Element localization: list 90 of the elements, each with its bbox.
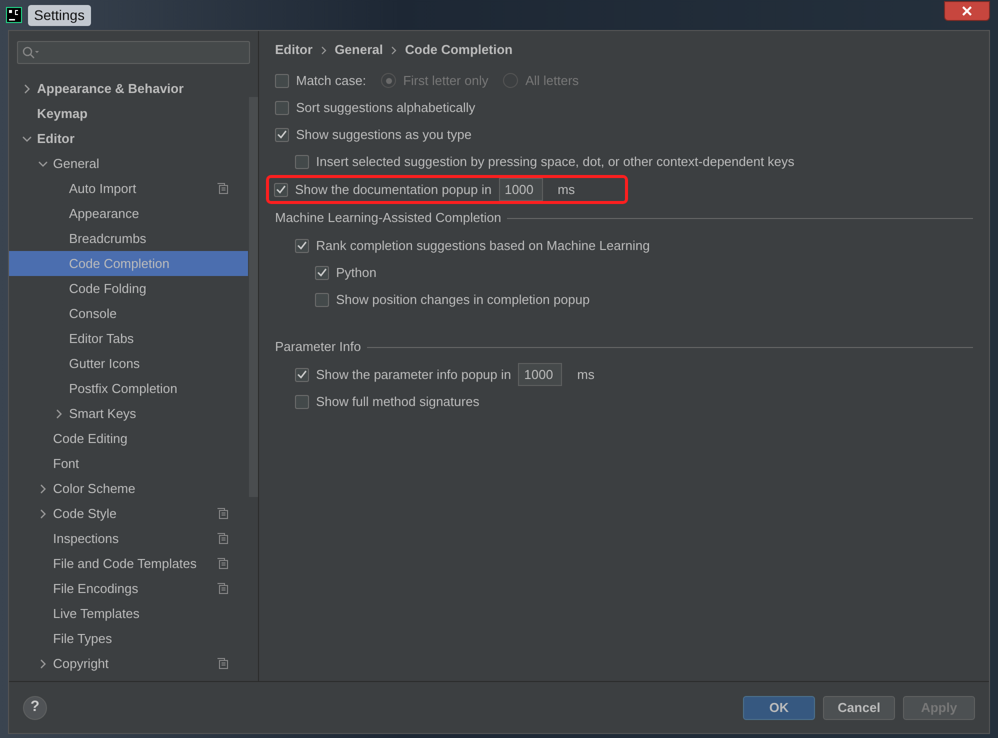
checkbox[interactable] <box>295 368 309 382</box>
app-logo-icon <box>6 7 22 23</box>
checkbox-label: Match case: <box>296 72 366 90</box>
tree-item-label: File Encodings <box>53 580 138 598</box>
window-title: Settings <box>28 4 91 26</box>
search-icon <box>22 46 40 59</box>
tree-item[interactable]: Code Style <box>9 501 248 526</box>
tree-item[interactable]: File and Code Templates <box>9 551 248 576</box>
breadcrumb-item[interactable]: Code Completion <box>404 40 513 60</box>
checkbox[interactable] <box>315 292 329 306</box>
tree-item[interactable]: Code Folding <box>9 276 248 301</box>
breadcrumb-item[interactable]: Editor <box>275 40 313 60</box>
tree-item-label: Code Folding <box>69 280 146 298</box>
tree-item[interactable]: Gutter Icons <box>9 351 248 376</box>
tree-item-label: File and Code Templates <box>53 554 197 573</box>
tree-item[interactable]: General <box>9 151 248 176</box>
chevron-icon <box>320 46 327 54</box>
tree-item-label: General <box>53 154 100 173</box>
checkbox-label: Python <box>336 264 376 282</box>
checkbox[interactable] <box>275 128 289 142</box>
checkbox[interactable] <box>275 74 289 88</box>
close-button[interactable] <box>944 1 990 21</box>
tree-item-label: Keymap <box>37 104 88 123</box>
unit-label: ms <box>558 180 575 199</box>
tree-item[interactable]: Keymap <box>9 101 248 126</box>
tree-item-label: Live Templates <box>53 604 140 623</box>
checkbox-label: Show full method signatures <box>316 392 480 411</box>
tree-item-label: Gutter Icons <box>69 354 140 373</box>
tree-item-label: Code Style <box>53 504 117 523</box>
checkbox-label: Show the parameter info popup in <box>316 366 512 384</box>
checkbox-label: Sort suggestions alphabetically <box>296 98 476 117</box>
radio-label: All letters <box>525 72 579 90</box>
chevron-icon <box>390 46 397 54</box>
tree-item-label: File Types <box>53 630 112 648</box>
tree-item-label: Breadcrumbs <box>69 230 146 248</box>
checkbox-label: Insert selected suggestion by pressing space, dot, or other context-dependent keys <box>316 152 794 171</box>
dialog-button[interactable]: Cancel <box>823 696 895 720</box>
tree-item-label: Font <box>53 454 80 473</box>
checkbox-label: Rank completion suggestions based on Machine Learning <box>316 236 650 255</box>
checkbox-label: Show position changes in completion popup <box>336 290 590 309</box>
tree-item[interactable]: Font <box>9 451 248 476</box>
checkbox[interactable] <box>275 100 289 114</box>
search-field[interactable] <box>17 41 250 64</box>
tree-item[interactable]: Color Scheme <box>9 476 248 501</box>
checkbox-label: Show suggestions as you type <box>296 126 472 144</box>
tree-item[interactable]: File Types <box>9 626 248 651</box>
number-field[interactable]: 1000 <box>498 178 543 201</box>
close-icon <box>962 6 972 16</box>
number-field[interactable]: 1000 <box>518 363 562 386</box>
radio-label: First letter only <box>403 72 488 90</box>
help-button[interactable]: ? <box>23 696 47 720</box>
tree-item-label: Appearance <box>69 204 140 223</box>
tree-item-label: Auto Import <box>69 180 136 198</box>
section-title: Machine Learning-Assisted Completion <box>275 209 502 228</box>
tree-item-label: Copyright <box>53 654 109 673</box>
breadcrumb-item[interactable]: General <box>334 40 383 60</box>
section-title: Parameter Info <box>275 338 361 356</box>
tree-item[interactable]: Auto Import <box>9 176 248 201</box>
checkbox[interactable] <box>315 266 329 280</box>
tree-item[interactable]: Appearance <box>9 201 248 226</box>
scrollbar-thumb[interactable] <box>249 97 258 497</box>
ok-button[interactable]: OK <box>743 696 815 720</box>
tree-item-label: Appearance & Behavior <box>37 80 184 98</box>
tree-item-label: Code Completion <box>69 254 170 273</box>
tree-item-label: Editor <box>37 130 75 148</box>
checkbox-label: Show the documentation popup in <box>295 180 492 199</box>
tree-item[interactable]: Copyright <box>9 651 248 676</box>
checkbox[interactable] <box>295 238 309 252</box>
tree-item[interactable]: Editor <box>9 126 248 151</box>
tree-item-label: Inspections <box>53 530 119 548</box>
tree-item[interactable]: Console <box>9 301 248 326</box>
tree-item[interactable]: Live Templates <box>9 601 248 626</box>
tree-item[interactable]: Editor Tabs <box>9 326 248 351</box>
unit-label: ms <box>577 366 594 384</box>
checkbox[interactable] <box>295 154 309 168</box>
tree-item[interactable]: File Encodings <box>9 576 248 601</box>
tree-item[interactable]: Smart Keys <box>9 401 248 426</box>
tree-item-label: Smart Keys <box>69 404 136 423</box>
tree-item-label: Console <box>69 304 117 323</box>
tree-item[interactable]: Breadcrumbs <box>9 226 248 251</box>
tree-item[interactable]: Inspections <box>9 526 248 551</box>
checkbox[interactable] <box>295 394 309 408</box>
tree-item-label: Postfix Completion <box>69 380 178 398</box>
tree-item[interactable]: Appearance & Behavior <box>9 76 248 101</box>
tree-item[interactable]: Postfix Completion <box>9 376 248 401</box>
checkbox[interactable] <box>274 182 288 196</box>
tree-item-label: Color Scheme <box>53 480 136 498</box>
tree-item[interactable]: Code Editing <box>9 426 248 451</box>
tree-item-label: Code Editing <box>53 430 128 448</box>
tree-item-label: Editor Tabs <box>69 330 134 348</box>
